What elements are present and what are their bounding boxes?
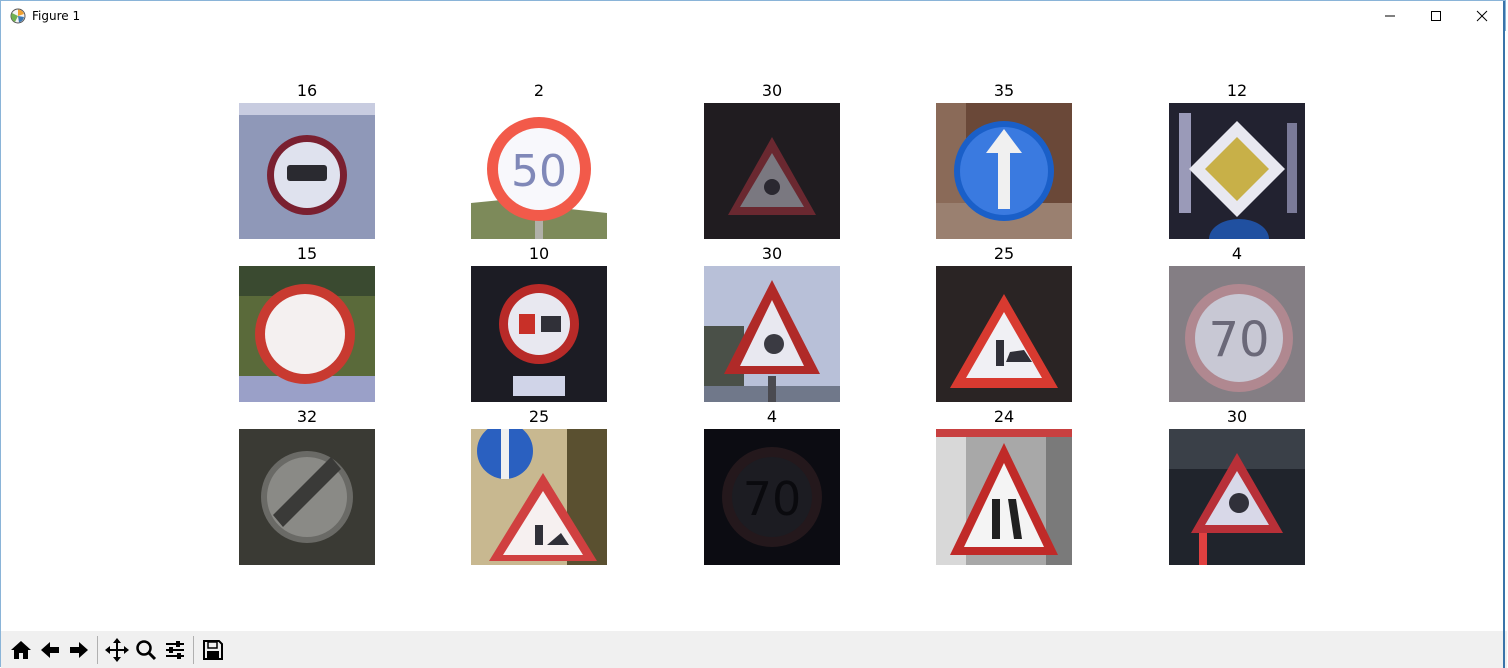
subplot-title: 12 bbox=[1226, 81, 1248, 100]
priority-road-sign-image bbox=[1169, 103, 1305, 239]
maximize-button[interactable] bbox=[1413, 1, 1459, 31]
subplot-title: 30 bbox=[761, 244, 783, 263]
no-vehicles-sign-image bbox=[239, 266, 375, 402]
road-work-sign-image bbox=[936, 266, 1072, 402]
toolbar-separator bbox=[193, 635, 194, 664]
configure-subplots-button[interactable] bbox=[160, 634, 189, 665]
close-icon bbox=[1476, 10, 1488, 22]
sign-number: 70 bbox=[743, 472, 802, 526]
back-button[interactable] bbox=[35, 634, 64, 665]
figure-canvas[interactable]: 16 2 50 30 35 12 15 10 30 25 4 70 32 25 … bbox=[1, 31, 1507, 631]
speed-70-sign-image: 70 bbox=[704, 429, 840, 565]
ice-snow-sign-image bbox=[704, 103, 840, 239]
subplot-title: 35 bbox=[993, 81, 1015, 100]
no-trucks-sign-image bbox=[239, 103, 375, 239]
subplot-title: 15 bbox=[296, 244, 318, 263]
subplot-title: 30 bbox=[761, 81, 783, 100]
floppy-disk-icon bbox=[202, 639, 223, 660]
sign-number: 70 bbox=[1208, 312, 1269, 368]
ice-snow-sign-image bbox=[1169, 429, 1305, 565]
zoom-button[interactable] bbox=[131, 634, 160, 665]
subplot-title: 16 bbox=[296, 81, 318, 100]
minimize-button[interactable] bbox=[1367, 1, 1413, 31]
sliders-icon bbox=[165, 640, 184, 659]
subplot-title: 30 bbox=[1226, 407, 1248, 426]
subplot-title: 10 bbox=[528, 244, 550, 263]
matplotlib-icon bbox=[10, 8, 26, 24]
maximize-icon bbox=[1431, 11, 1441, 21]
window-controls bbox=[1367, 1, 1505, 31]
speed-50-sign-image: 50 bbox=[471, 103, 607, 239]
road-work-sign-image bbox=[471, 429, 607, 565]
subplot-title: 2 bbox=[533, 81, 545, 100]
speed-70-sign-image: 70 bbox=[1169, 266, 1305, 402]
pan-button[interactable] bbox=[102, 634, 131, 665]
figure-window: Figure 1 16 2 50 30 35 12 15 10 30 25 4 … bbox=[0, 0, 1507, 668]
arrow-right-icon bbox=[69, 641, 88, 658]
subplot-title: 25 bbox=[528, 407, 550, 426]
toolbar-separator bbox=[97, 635, 98, 664]
navigation-toolbar bbox=[1, 631, 1507, 668]
arrow-left-icon bbox=[40, 641, 59, 658]
end-of-limits-sign-image bbox=[239, 429, 375, 565]
save-button[interactable] bbox=[198, 634, 227, 665]
ice-snow-sign-image bbox=[704, 266, 840, 402]
window-title: Figure 1 bbox=[32, 9, 81, 23]
subplot-title: 24 bbox=[993, 407, 1015, 426]
no-passing-trucks-sign-image bbox=[471, 266, 607, 402]
subplot-title: 25 bbox=[993, 244, 1015, 263]
subplot-title: 4 bbox=[1231, 244, 1243, 263]
subplot-title: 32 bbox=[296, 407, 318, 426]
ahead-only-sign-image bbox=[936, 103, 1072, 239]
home-button[interactable] bbox=[6, 634, 35, 665]
move-icon bbox=[104, 637, 129, 662]
title-bar[interactable]: Figure 1 bbox=[1, 1, 1505, 31]
sign-number: 50 bbox=[511, 146, 567, 197]
home-icon bbox=[10, 640, 31, 659]
minimize-icon bbox=[1385, 15, 1395, 17]
window-edge bbox=[1503, 1, 1505, 668]
subplot-title: 4 bbox=[766, 407, 778, 426]
road-narrows-right-sign-image bbox=[936, 429, 1072, 565]
forward-button[interactable] bbox=[64, 634, 93, 665]
close-button[interactable] bbox=[1459, 1, 1505, 31]
zoom-icon bbox=[135, 639, 156, 660]
